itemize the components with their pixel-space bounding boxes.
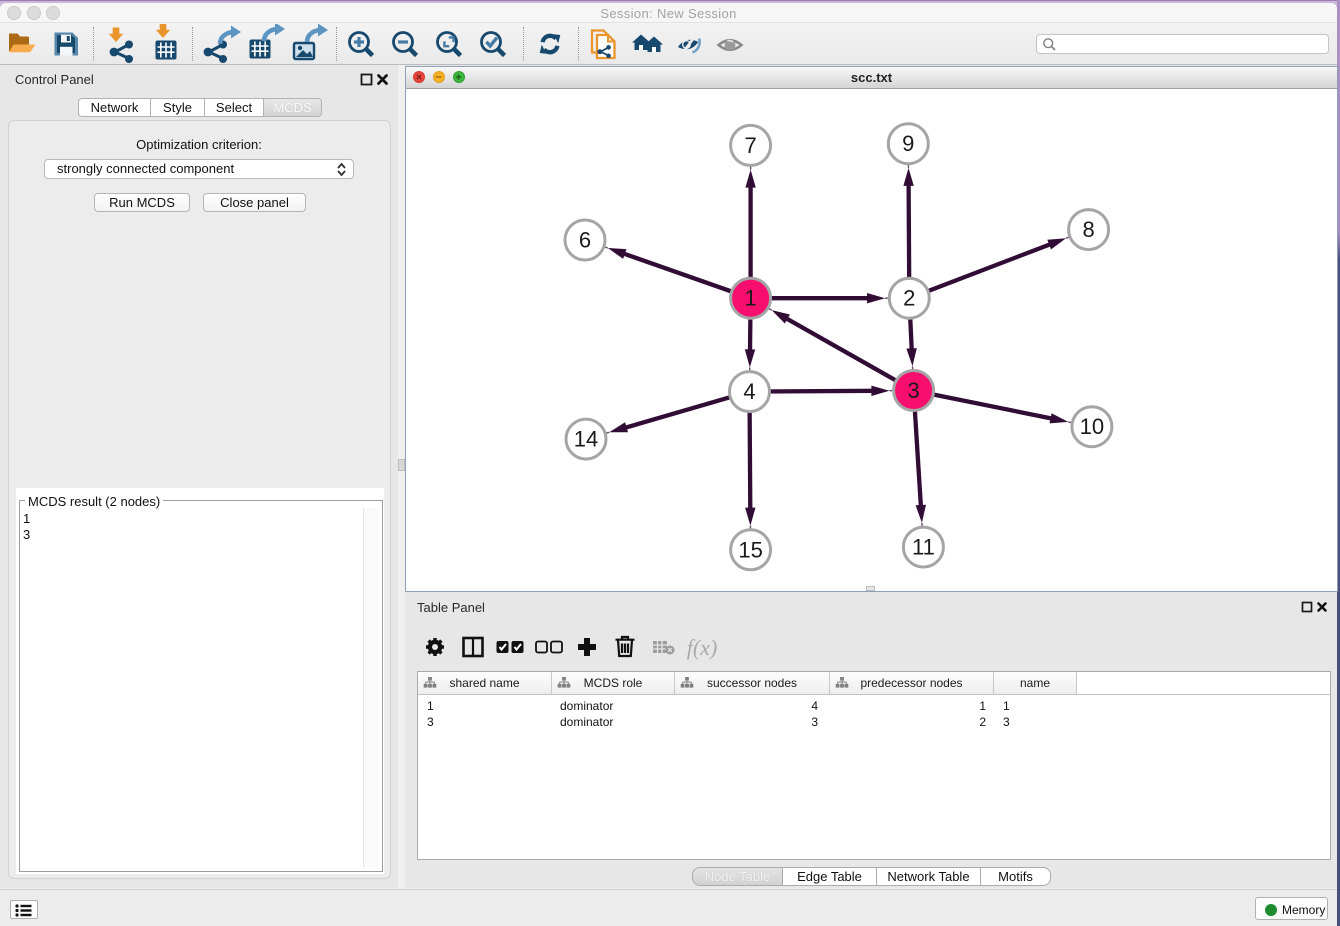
svg-text:2: 2: [903, 286, 915, 311]
svg-text:f(x): f(x): [687, 635, 718, 660]
svg-text:4: 4: [743, 379, 755, 404]
svg-text:10: 10: [1080, 414, 1104, 439]
svg-text:3: 3: [907, 378, 919, 403]
svg-text:7: 7: [744, 133, 756, 158]
svg-text:8: 8: [1082, 217, 1094, 242]
svg-text:6: 6: [579, 228, 591, 253]
svg-text:9: 9: [902, 131, 914, 156]
svg-text:15: 15: [738, 537, 762, 562]
svg-text:1: 1: [744, 286, 756, 311]
svg-text:11: 11: [912, 535, 935, 560]
svg-text:14: 14: [574, 427, 598, 452]
